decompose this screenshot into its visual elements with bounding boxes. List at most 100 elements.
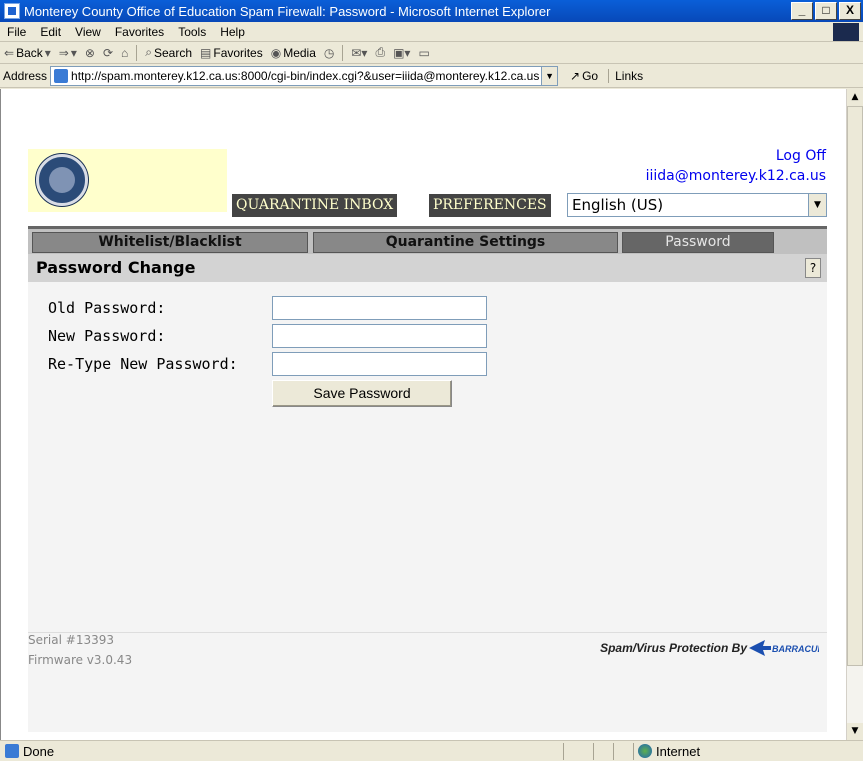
scroll-thumb[interactable] [847, 106, 863, 666]
search-icon: ⌕ [145, 45, 152, 59]
home-button[interactable]: ⌂ [121, 46, 128, 60]
search-label: Search [153, 45, 193, 60]
discuss-button[interactable]: ▭ [418, 46, 429, 60]
status-bar: Done Internet [0, 740, 863, 761]
status-pane [593, 742, 613, 760]
favorites-button[interactable]: ▤ Favorites [200, 46, 263, 60]
edit-button[interactable]: ▣▾ [393, 46, 410, 60]
page-viewport: Log Off iiida@monterey.k12.ca.us QUARANT… [0, 89, 846, 740]
internet-globe-icon [638, 744, 652, 758]
zone-label: Internet [656, 743, 701, 759]
discuss-icon: ▭ [418, 45, 430, 60]
section-title: Password Change [36, 258, 196, 277]
go-label: Go [582, 68, 599, 83]
toolbar-divider [136, 44, 138, 61]
address-input[interactable]: http://spam.monterey.k12.ca.us:8000/cgi-… [50, 65, 559, 86]
menu-favorites[interactable]: Favorites [108, 25, 171, 39]
help-button[interactable]: ? [805, 258, 821, 278]
subtab-whitelist-blacklist[interactable]: Whitelist/Blacklist [32, 232, 308, 253]
home-icon: ⌂ [121, 45, 129, 60]
media-button[interactable]: ◉ Media [271, 46, 316, 60]
retype-password-label: Re-Type New Password: [48, 355, 238, 373]
language-select[interactable]: English (US) ▼ [567, 193, 827, 217]
page-icon [54, 68, 69, 83]
language-value: English (US) [572, 196, 664, 214]
go-button[interactable]: ↗ Go [570, 69, 598, 83]
status-pane [613, 742, 633, 760]
page-done-icon [5, 744, 19, 758]
print-icon: ⎙ [375, 45, 386, 59]
serial-number: Serial #13393 [28, 633, 114, 647]
firmware-version: Firmware v3.0.43 [28, 653, 133, 667]
address-label: Address [3, 68, 48, 83]
search-button[interactable]: ⌕ Search [145, 45, 192, 60]
barracuda-logo: BARRACUDA [749, 640, 819, 656]
stop-icon: ⊗ [84, 45, 95, 60]
menu-tools[interactable]: Tools [171, 25, 213, 39]
chevron-down-icon[interactable]: ▼ [541, 66, 558, 85]
history-button[interactable]: ◷ [324, 46, 334, 60]
windows-logo-icon [833, 22, 859, 41]
subtab-quarantine-settings[interactable]: Quarantine Settings [313, 232, 618, 253]
chevron-down-icon[interactable]: ▼ [808, 194, 826, 216]
status-pane [563, 742, 593, 760]
save-password-button[interactable]: Save Password [272, 380, 452, 407]
close-button[interactable]: X [839, 2, 861, 20]
menu-edit[interactable]: Edit [33, 25, 68, 39]
section-header: Password Change ? [28, 254, 827, 282]
old-password-input[interactable] [272, 296, 487, 320]
media-icon: ◉ [270, 45, 282, 60]
chevron-down-icon: ▾ [70, 45, 77, 60]
back-label: Back [16, 45, 43, 60]
toolbar-divider [342, 44, 344, 61]
new-password-input[interactable] [272, 324, 487, 348]
vertical-scrollbar[interactable]: ▲ ▼ [846, 89, 863, 740]
history-icon: ◷ [323, 45, 335, 60]
maximize-button[interactable]: □ [815, 2, 837, 20]
refresh-button[interactable]: ⟳ [103, 46, 113, 60]
old-password-label: Old Password: [48, 299, 166, 317]
barracuda-wordmark: BARRACUDA [772, 644, 819, 654]
security-zone: Internet [633, 742, 701, 760]
back-arrow-icon: ⇐ [4, 45, 15, 60]
password-form: Old Password: New Password: Re-Type New … [28, 282, 827, 632]
retype-password-input[interactable] [272, 352, 487, 376]
forward-button[interactable]: ⇒ ▾ [59, 46, 77, 60]
menu-view[interactable]: View [68, 25, 108, 39]
mail-button[interactable]: ✉▾ [351, 46, 367, 60]
preferences-subnav: Whitelist/Blacklist Quarantine Settings … [28, 226, 827, 254]
page-footer: Serial #13393 Firmware v3.0.43 Spam/Viru… [28, 632, 827, 732]
window-title-bar: Monterey County Office of Education Spam… [0, 0, 863, 22]
subtab-password[interactable]: Password [622, 232, 774, 253]
go-arrow-icon: ↗ [570, 68, 581, 83]
menu-file[interactable]: File [0, 25, 33, 39]
print-button[interactable]: ⎙ [375, 45, 385, 60]
protection-label: Spam/Virus Protection By [600, 641, 747, 655]
favorites-label: Favorites [213, 45, 263, 60]
menu-bar: File Edit View Favorites Tools Help [0, 22, 863, 42]
minimize-button[interactable]: _ [791, 2, 813, 20]
scroll-down-arrow-icon[interactable]: ▼ [847, 723, 863, 740]
ie-page-icon [4, 3, 20, 19]
menu-help[interactable]: Help [213, 25, 252, 39]
logo-area [28, 149, 227, 212]
forward-arrow-icon: ⇒ [58, 45, 69, 60]
status-text: Done [23, 743, 55, 759]
stop-button[interactable]: ⊗ [85, 46, 95, 60]
new-password-label: New Password: [48, 327, 166, 345]
logoff-link[interactable]: Log Off [776, 148, 826, 164]
scroll-up-arrow-icon[interactable]: ▲ [847, 89, 863, 106]
tab-preferences[interactable]: PREFERENCES [429, 194, 551, 217]
user-email-link[interactable]: iiida@monterey.k12.ca.us [646, 168, 826, 184]
edit-icon: ▣▾ [393, 45, 411, 60]
favorites-icon: ▤ [200, 45, 212, 60]
window-title: Monterey County Office of Education Spam… [24, 3, 551, 19]
links-button[interactable]: Links [608, 68, 643, 83]
browser-toolbar: ⇐ Back ▾ ⇒ ▾ ⊗ ⟳ ⌂ ⌕ Search ▤ Favorites … [0, 42, 863, 64]
tab-quarantine-inbox[interactable]: QUARANTINE INBOX [232, 194, 398, 217]
back-button[interactable]: ⇐ Back ▾ [4, 46, 51, 60]
address-bar: Address http://spam.monterey.k12.ca.us:8… [0, 64, 863, 88]
address-url: http://spam.monterey.k12.ca.us:8000/cgi-… [71, 68, 540, 83]
media-label: Media [283, 45, 316, 60]
county-seal-logo [36, 154, 88, 206]
